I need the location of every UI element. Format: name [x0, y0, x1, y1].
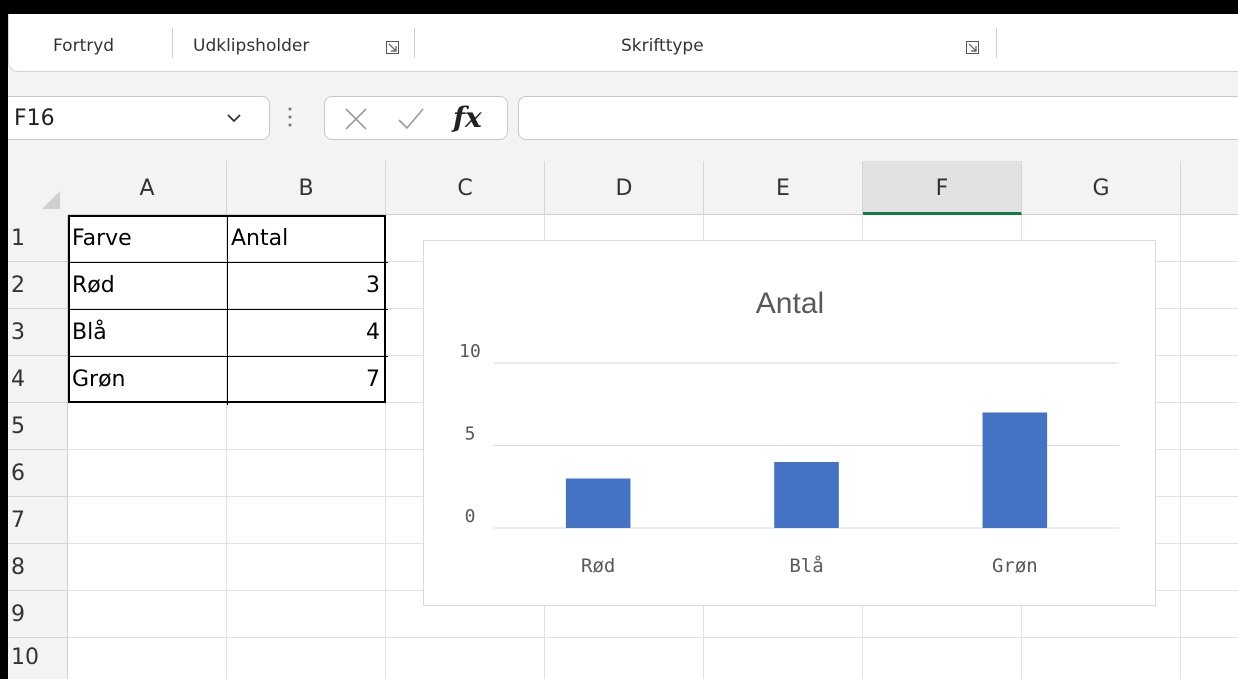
column-header-f[interactable]: F: [863, 161, 1022, 215]
column-headers: A B C D E F G: [68, 161, 1238, 215]
cell-a2[interactable]: Rød: [68, 262, 227, 309]
row-header-4[interactable]: 4: [8, 356, 67, 403]
cell-a4[interactable]: Grøn: [68, 356, 227, 403]
cell-b2[interactable]: 3: [227, 262, 386, 309]
bar-chart[interactable]: Antal 0 5 10 Rød Blå Grøn: [423, 240, 1156, 606]
column-header-e[interactable]: E: [704, 161, 863, 215]
ribbon-panel: Fortryd Udklipsholder Skrifttype: [8, 14, 1238, 72]
x-tick-label: Grøn: [992, 555, 1038, 577]
column-header-a[interactable]: A: [68, 161, 227, 215]
ribbon-separator: [172, 28, 173, 58]
ribbon-separator: [996, 28, 997, 58]
row-header-6[interactable]: 6: [8, 450, 67, 497]
select-all-corner[interactable]: [8, 161, 68, 215]
y-tick-label: 5: [465, 424, 476, 445]
x-tick-label: Rød: [581, 555, 615, 577]
chart-title: Antal: [756, 287, 824, 320]
formula-bar-grip-icon[interactable]: [288, 106, 292, 130]
cell-a3[interactable]: Blå: [68, 309, 227, 356]
formula-buttons: fx: [324, 96, 508, 140]
clipboard-dialog-launcher-icon[interactable]: [386, 41, 399, 54]
column-header-d[interactable]: D: [545, 161, 704, 215]
column-header-c[interactable]: C: [386, 161, 545, 215]
ribbon: Fortryd Udklipsholder Skrifttype: [8, 14, 1238, 72]
cell-b3[interactable]: 4: [227, 309, 386, 356]
ribbon-separator: [414, 28, 415, 58]
ribbon-group-clipboard: Udklipsholder: [193, 36, 310, 56]
x-tick-label: Blå: [789, 554, 823, 577]
chart-canvas: Antal 0 5 10 Rød Blå Grøn: [459, 287, 1119, 577]
column-header-g[interactable]: G: [1022, 161, 1181, 215]
formula-input[interactable]: [518, 96, 1238, 140]
gridline: [1180, 215, 1181, 679]
cell-a1[interactable]: Farve: [68, 215, 227, 262]
column-header-next[interactable]: [1181, 161, 1238, 215]
row-header-2[interactable]: 2: [8, 262, 67, 309]
y-tick-label: 0: [465, 506, 476, 527]
row-header-7[interactable]: 7: [8, 497, 67, 544]
enter-check-icon[interactable]: [397, 106, 425, 132]
cell-b1[interactable]: Antal: [227, 215, 386, 262]
row-header-10[interactable]: 10: [8, 638, 67, 679]
bar-0[interactable]: [565, 478, 631, 529]
bar-1[interactable]: [774, 462, 839, 528]
cancel-icon[interactable]: [343, 106, 369, 132]
cell-b4[interactable]: 7: [227, 356, 386, 403]
row-header-8[interactable]: 8: [8, 544, 67, 591]
row-header-3[interactable]: 3: [8, 309, 67, 356]
column-header-b[interactable]: B: [227, 161, 386, 215]
select-all-triangle-icon: [42, 191, 60, 209]
gridline: [68, 637, 1238, 638]
row-header-9[interactable]: 9: [8, 591, 67, 638]
row-header-1[interactable]: 1: [8, 215, 67, 262]
name-box[interactable]: F16: [8, 96, 270, 140]
row-header-5[interactable]: 5: [8, 403, 67, 450]
chevron-down-icon[interactable]: [226, 112, 242, 124]
y-tick-label: 10: [459, 341, 481, 362]
row-headers: 1 2 3 4 5 6 7 8 9 10: [8, 215, 68, 679]
font-dialog-launcher-icon[interactable]: [966, 41, 979, 54]
ribbon-group-undo: Fortryd: [53, 36, 115, 56]
ribbon-group-font: Skrifttype: [621, 36, 704, 56]
excel-window: Fortryd Udklipsholder Skrifttype F16 fx …: [8, 14, 1238, 679]
name-box-value: F16: [14, 106, 55, 131]
insert-function-fx-icon[interactable]: fx: [453, 101, 482, 134]
bar-2[interactable]: [982, 412, 1048, 529]
